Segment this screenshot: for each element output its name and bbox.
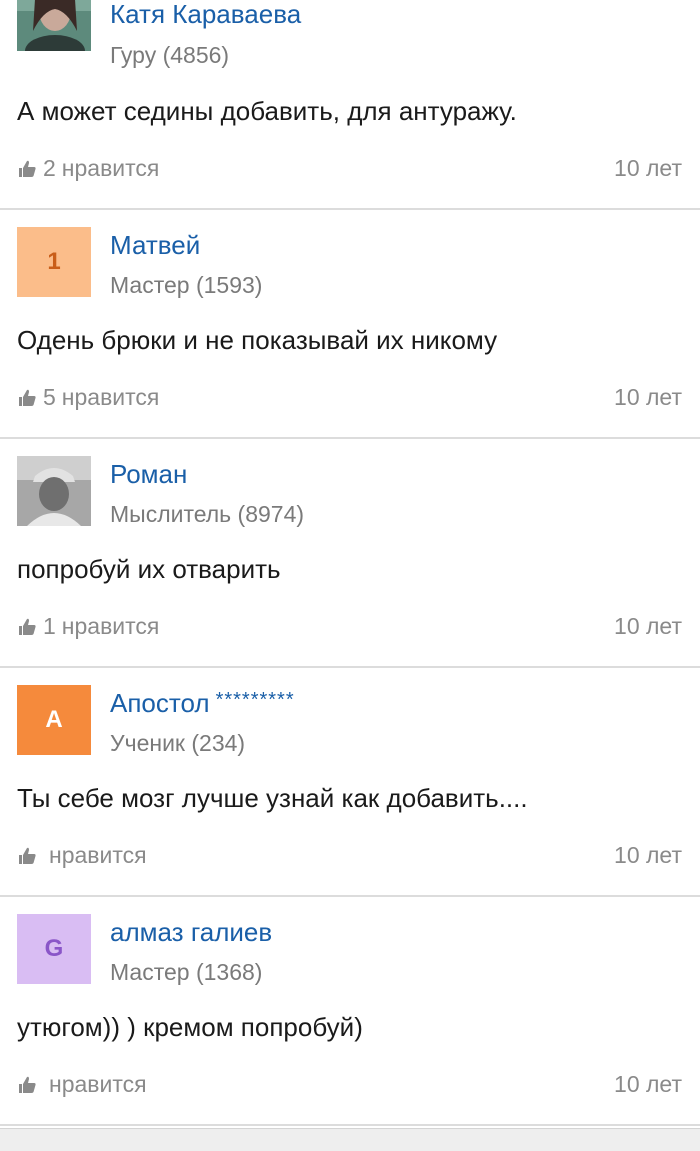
thumbs-up-icon xyxy=(19,160,36,177)
author-name[interactable]: Катя Караваева xyxy=(110,0,301,30)
avatar[interactable]: 1 xyxy=(17,227,91,297)
like-count: 1 xyxy=(43,613,56,639)
like-count: 5 xyxy=(43,384,56,410)
user-photo-icon xyxy=(17,0,91,51)
answer-item: 1 Матвей Мастер (1593) Одень брюки и не … xyxy=(0,210,700,439)
avatar[interactable]: А xyxy=(17,685,91,755)
author-name[interactable]: Апостол ********* xyxy=(110,688,295,719)
author-name[interactable]: алмаз галиев xyxy=(110,917,272,948)
like-label: нравится xyxy=(61,155,160,181)
author-rank: Гуру (4856) xyxy=(110,42,230,68)
answer-text: Одень брюки и не показывай их никому xyxy=(17,325,498,355)
author-rank: Ученик (234) xyxy=(110,730,246,756)
avatar[interactable] xyxy=(17,0,91,51)
avatar-letter: 1 xyxy=(47,248,61,275)
answer-age: 10 лет xyxy=(614,613,682,639)
like-label: нравится xyxy=(49,842,147,868)
author-name[interactable]: Матвей xyxy=(110,230,200,261)
avatar[interactable] xyxy=(17,456,91,526)
answer-text: А может седины добавить, для антуражу. xyxy=(17,96,517,126)
answer-item: Катя Караваева Гуру (4856) А может седин… xyxy=(0,0,700,210)
like-button[interactable]: 1 нравится xyxy=(17,613,159,640)
like-button[interactable]: 5 нравится xyxy=(17,384,159,411)
user-photo-icon xyxy=(17,456,91,526)
bottom-bar xyxy=(0,1128,700,1151)
author-name-text: Апостол xyxy=(110,688,210,718)
answer-item: А Апостол ********* Ученик (234) Ты себе … xyxy=(0,668,700,897)
thumbs-up-icon xyxy=(19,389,36,406)
like-button[interactable]: нравится xyxy=(17,1071,147,1098)
thumbs-up-icon xyxy=(19,1076,36,1093)
thumbs-up-icon xyxy=(19,618,36,635)
thumbs-up-icon xyxy=(19,847,36,864)
answer-age: 10 лет xyxy=(614,155,682,181)
answer-item: G алмаз галиев Мастер (1368) утюгом)) ) … xyxy=(0,897,700,1126)
answers-feed: Катя Караваева Гуру (4856) А может седин… xyxy=(0,0,700,1126)
answer-age: 10 лет xyxy=(614,384,682,410)
author-rank: Мастер (1368) xyxy=(110,959,263,985)
like-button[interactable]: 2 нравится xyxy=(17,155,159,182)
answer-text: Ты себе мозг лучше узнай как добавить...… xyxy=(17,783,528,813)
author-name[interactable]: Роман xyxy=(110,459,187,490)
like-count: 2 xyxy=(43,155,56,181)
author-rank: Мыслитель (8974) xyxy=(110,501,305,527)
avatar-letter: А xyxy=(45,706,63,733)
avatar[interactable]: G xyxy=(17,914,91,984)
answer-item: Роман Мыслитель (8974) попробуй их отвар… xyxy=(0,439,700,668)
like-label: нравится xyxy=(61,613,160,639)
like-label: нравится xyxy=(61,384,160,410)
answer-text: попробуй их отварить xyxy=(17,554,281,584)
answer-age: 10 лет xyxy=(614,1071,682,1097)
like-label: нравится xyxy=(49,1071,147,1097)
answer-text: утюгом)) ) кремом попробуй) xyxy=(17,1012,363,1042)
avatar-letter: G xyxy=(44,935,64,962)
answer-age: 10 лет xyxy=(614,842,682,868)
like-button[interactable]: нравится xyxy=(17,842,147,869)
author-rank: Мастер (1593) xyxy=(110,272,263,298)
author-stars: ********* xyxy=(215,689,295,711)
